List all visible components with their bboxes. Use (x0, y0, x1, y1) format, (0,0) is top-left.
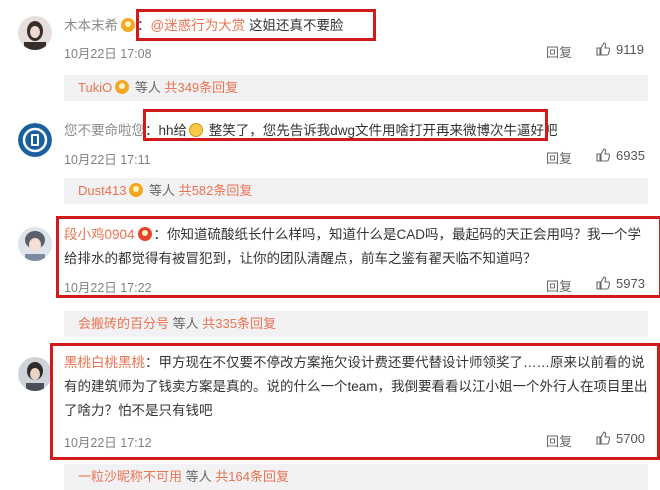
avatar[interactable] (18, 357, 52, 391)
avatar-photo (18, 227, 52, 261)
reply-username[interactable]: 会搬砖的百分号 (78, 316, 169, 331)
reply-username[interactable]: 一粒沙昵称不可用 (78, 469, 182, 484)
highlight-box (50, 343, 660, 460)
username[interactable]: 木本末希 (64, 18, 118, 33)
reply-others: 等人 (185, 469, 212, 484)
avatar[interactable] (18, 123, 52, 157)
reply-button[interactable]: 回复 (546, 148, 572, 167)
reply-others: 等人 (134, 80, 161, 95)
vip-badge-icon (129, 183, 144, 197)
vip-badge-icon (121, 18, 135, 32)
reply-others: 等人 (149, 183, 176, 198)
avatar[interactable] (18, 16, 52, 50)
reply-summary[interactable]: 会搬砖的百分号 等人 共335条回复 (64, 311, 648, 337)
reply-summary[interactable]: TukiO 等人 共349条回复 (64, 75, 648, 101)
thumbs-up-icon (596, 42, 610, 56)
highlight-box (143, 109, 548, 141)
reply-count[interactable]: 共582条回复 (179, 183, 253, 198)
comment-time: 10月22日 17:08 (64, 47, 152, 61)
avatar[interactable] (18, 227, 52, 261)
highlight-box (136, 9, 376, 41)
like-count: 9119 (616, 42, 644, 57)
reply-count[interactable]: 共335条回复 (202, 316, 276, 331)
like-count: 6935 (616, 148, 645, 163)
avatar-photo (18, 357, 52, 391)
username[interactable]: 您不要命啦您 (64, 123, 145, 138)
comment-feed: 木本末希 ：@迷惑行为大赏 这姐还真不要脸 10月22日 17:08 回复 911… (0, 0, 660, 490)
reply-count[interactable]: 共164条回复 (215, 469, 289, 484)
thumbs-up-icon (596, 148, 610, 162)
reply-button[interactable]: 回复 (546, 42, 572, 61)
reply-username[interactable]: TukiO (78, 80, 112, 95)
like-button[interactable]: 9119 (596, 42, 644, 57)
reply-summary[interactable]: 一粒沙昵称不可用 等人 共164条回复 (64, 464, 648, 490)
reply-others: 等人 (172, 316, 199, 331)
reply-count[interactable]: 共349条回复 (164, 80, 238, 95)
comment-time: 10月22日 17:11 (64, 153, 151, 167)
reply-summary[interactable]: Dust413 等人 共582条回复 (64, 178, 648, 204)
avatar-photo (18, 16, 52, 50)
highlight-box (56, 216, 660, 298)
avatar-logo (18, 123, 52, 157)
vip-badge-icon (115, 80, 130, 94)
reply-username[interactable]: Dust413 (78, 183, 126, 198)
like-button[interactable]: 6935 (596, 148, 645, 163)
